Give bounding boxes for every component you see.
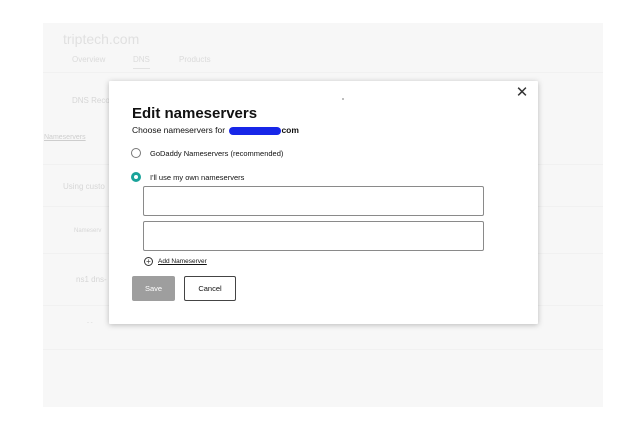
edit-nameservers-dialog: ✕ Edit nameservers Choose nameservers fo…: [109, 81, 538, 324]
dialog-title: Edit nameservers: [132, 105, 258, 122]
dialog-subtitle: Choose nameservers for com: [132, 125, 299, 135]
plus-circle-icon: +: [144, 257, 153, 266]
nameserver-input-2[interactable]: [143, 221, 484, 251]
nameserver-input-1[interactable]: [143, 186, 484, 216]
add-nameserver-label: Add Nameserver: [158, 258, 207, 265]
radio-own-nameservers[interactable]: [131, 172, 141, 182]
decorative-dot: [342, 98, 344, 100]
close-button[interactable]: ✕: [515, 84, 529, 101]
close-icon: ✕: [515, 84, 529, 101]
subtitle-text: Choose nameservers for: [132, 125, 226, 135]
option-own-nameservers[interactable]: I'll use my own nameservers: [131, 171, 244, 183]
option-label: GoDaddy Nameservers (recommended): [150, 148, 284, 158]
option-label: I'll use my own nameservers: [150, 172, 245, 182]
add-nameserver-link[interactable]: + Add Nameserver: [144, 257, 207, 266]
cancel-button[interactable]: Cancel: [184, 276, 236, 301]
radio-godaddy[interactable]: [131, 148, 141, 158]
option-godaddy-nameservers[interactable]: GoDaddy Nameservers (recommended): [131, 147, 283, 159]
domain-suffix: com: [281, 125, 299, 135]
redacted-domain-scribble: [229, 126, 282, 135]
save-button[interactable]: Save: [132, 276, 175, 301]
